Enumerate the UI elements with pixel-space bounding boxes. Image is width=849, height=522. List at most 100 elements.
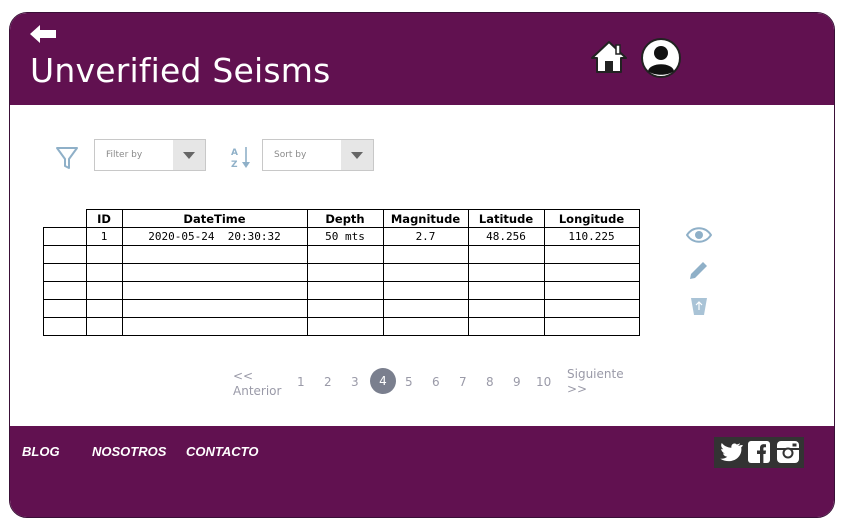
- instagram-icon[interactable]: [775, 439, 801, 465]
- table-row[interactable]: [43, 281, 640, 300]
- main-content: Filter by A Z Sort by ID DateTime Depth …: [10, 105, 834, 426]
- row-select-header: [43, 209, 87, 228]
- facebook-icon[interactable]: [746, 439, 772, 465]
- chevron-down-icon[interactable]: [173, 140, 205, 170]
- table-cell: [382, 317, 469, 336]
- filter-dropdown[interactable]: Filter by: [94, 139, 206, 171]
- table-cell: [85, 281, 123, 300]
- table-cell: [382, 299, 469, 318]
- column-header-latitude[interactable]: Latitude: [467, 209, 545, 228]
- row-select-cell[interactable]: [43, 299, 87, 318]
- table-cell: [543, 299, 640, 318]
- page-link-3[interactable]: 3: [351, 375, 359, 389]
- table-cell: [306, 245, 384, 264]
- table-cell: [543, 245, 640, 264]
- table-cell: 48.256: [467, 227, 545, 246]
- next-page-link[interactable]: Siguiente >>: [567, 367, 624, 397]
- table-row[interactable]: [43, 317, 640, 336]
- previous-page-link[interactable]: << Anterior: [233, 369, 281, 399]
- table-cell: [382, 263, 469, 282]
- footer-bar: BLOG NOSOTROS CONTACTO: [10, 426, 834, 517]
- user-profile-icon[interactable]: [641, 38, 681, 78]
- page-link-5[interactable]: 5: [405, 375, 413, 389]
- table-cell: [306, 263, 384, 282]
- footer-link-contacto[interactable]: CONTACTO: [186, 444, 258, 459]
- table-cell: [121, 281, 308, 300]
- column-header-depth[interactable]: Depth: [306, 209, 384, 228]
- table-cell: [85, 245, 123, 264]
- table-cell: [121, 299, 308, 318]
- table-cell: [121, 317, 308, 336]
- page-link-7[interactable]: 7: [459, 375, 467, 389]
- sort-dropdown[interactable]: Sort by: [262, 139, 374, 171]
- table-cell: [121, 263, 308, 282]
- home-icon[interactable]: [590, 39, 628, 75]
- row-select-cell[interactable]: [43, 317, 87, 336]
- column-header-magnitude[interactable]: Magnitude: [382, 209, 469, 228]
- table-cell: [121, 245, 308, 264]
- table-cell: 2020-05-24 20:30:32: [121, 227, 308, 246]
- header-bar: Unverified Seisms: [10, 13, 834, 105]
- seisms-table: ID DateTime Depth Magnitude Latitude Lon…: [43, 209, 640, 336]
- table-cell: [382, 281, 469, 300]
- previous-arrows: <<: [233, 369, 254, 383]
- column-header-id[interactable]: ID: [85, 209, 123, 228]
- table-cell: 50 mts: [306, 227, 384, 246]
- page-link-10[interactable]: 10: [536, 375, 551, 389]
- column-header-longitude[interactable]: Longitude: [543, 209, 640, 228]
- previous-label: Anterior: [233, 384, 282, 398]
- pagination: << Anterior 1 2 3 4 5 6 7 8 9 10 Siguien…: [10, 367, 834, 409]
- page-link-2[interactable]: 2: [324, 375, 332, 389]
- table-cell: [467, 245, 545, 264]
- row-select-cell[interactable]: [43, 227, 87, 246]
- page-link-8[interactable]: 8: [486, 375, 494, 389]
- table-cell: [467, 263, 545, 282]
- table-cell: [85, 317, 123, 336]
- table-cell: [543, 281, 640, 300]
- table-cell: [306, 299, 384, 318]
- table-cell: [382, 245, 469, 264]
- table-cell: [467, 317, 545, 336]
- filter-icon[interactable]: [55, 145, 79, 171]
- row-select-cell[interactable]: [43, 245, 87, 264]
- table-cell: [306, 317, 384, 336]
- delete-icon[interactable]: [686, 296, 712, 316]
- table-cell: [467, 299, 545, 318]
- social-links: [714, 437, 804, 468]
- footer-link-blog[interactable]: BLOG: [22, 444, 60, 459]
- page-link-6[interactable]: 6: [432, 375, 440, 389]
- table-cell: [467, 281, 545, 300]
- table-cell: 110.225: [543, 227, 640, 246]
- table-row[interactable]: [43, 299, 640, 318]
- table-cell: 1: [85, 227, 123, 246]
- table-header-row: ID DateTime Depth Magnitude Latitude Lon…: [43, 209, 640, 228]
- next-arrows: >>: [567, 382, 588, 396]
- svg-text:A: A: [231, 148, 238, 158]
- app-window: Unverified Seisms Filter by A Z Sort by: [9, 12, 835, 518]
- row-select-cell[interactable]: [43, 281, 87, 300]
- page-link-1[interactable]: 1: [297, 375, 305, 389]
- next-label: Siguiente: [567, 367, 624, 381]
- view-icon[interactable]: [686, 225, 712, 245]
- page-link-9[interactable]: 9: [513, 375, 521, 389]
- table-cell: 2.7: [382, 227, 469, 246]
- page-link-4-active[interactable]: 4: [370, 368, 396, 394]
- footer-link-nosotros[interactable]: NOSOTROS: [92, 444, 166, 459]
- sort-az-icon[interactable]: A Z: [230, 145, 252, 169]
- table-cell: [85, 299, 123, 318]
- table-cell: [543, 317, 640, 336]
- column-header-datetime[interactable]: DateTime: [121, 209, 308, 228]
- row-select-cell[interactable]: [43, 263, 87, 282]
- table-row[interactable]: [43, 245, 640, 264]
- back-arrow-icon[interactable]: [28, 23, 58, 45]
- table-cell: [306, 281, 384, 300]
- chevron-down-icon[interactable]: [341, 140, 373, 170]
- sort-dropdown-label: Sort by: [274, 150, 307, 160]
- edit-icon[interactable]: [686, 261, 712, 281]
- table-row[interactable]: 1 2020-05-24 20:30:32 50 mts 2.7 48.256 …: [43, 227, 640, 246]
- page-title: Unverified Seisms: [30, 51, 331, 90]
- table-cell: [543, 263, 640, 282]
- filter-dropdown-label: Filter by: [106, 150, 143, 160]
- table-row[interactable]: [43, 263, 640, 282]
- twitter-icon[interactable]: [717, 439, 743, 465]
